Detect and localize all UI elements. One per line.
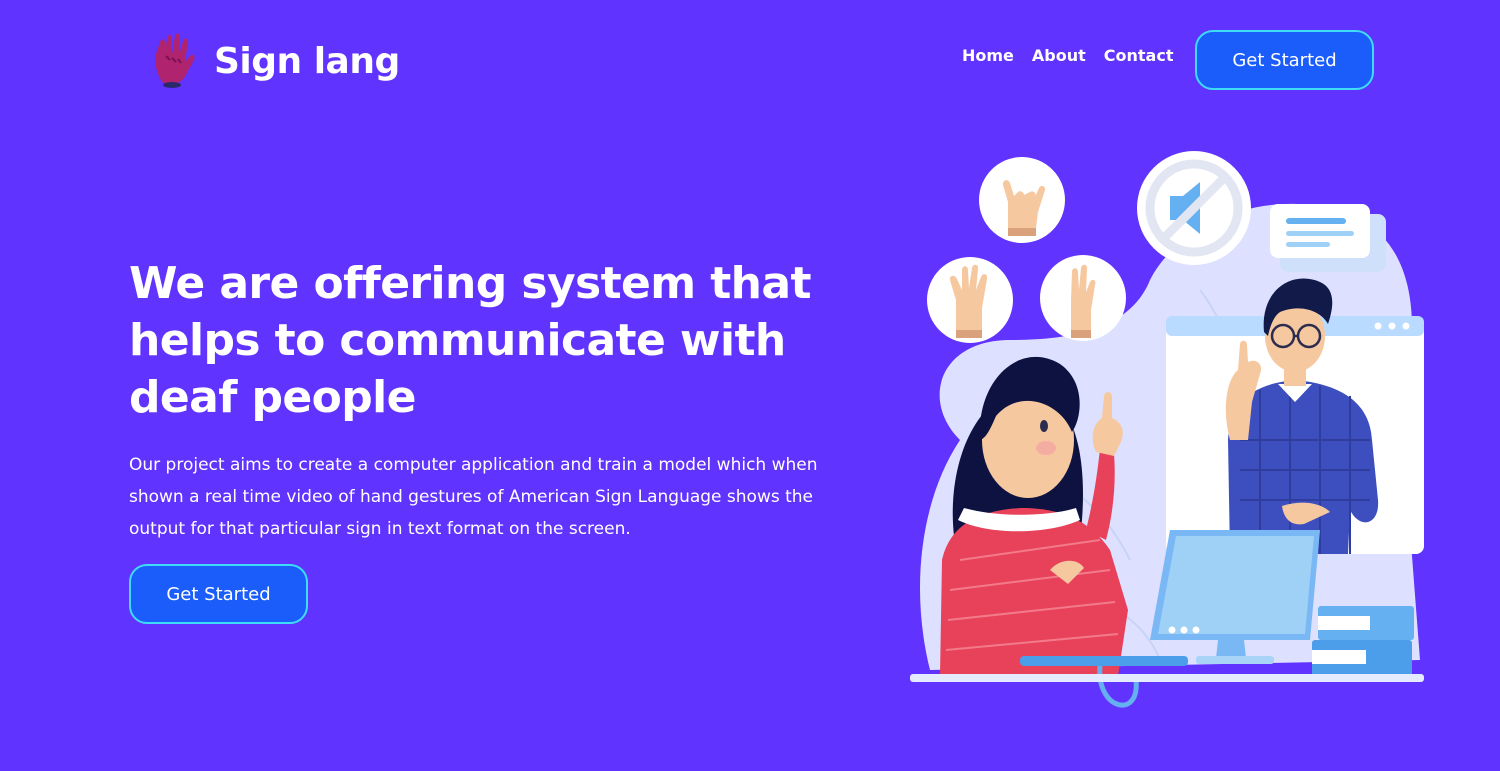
raised-hand-icon	[155, 33, 195, 88]
hand-sign-icon	[1040, 255, 1126, 341]
chat-bubble-icon	[1270, 204, 1386, 272]
navbar: Sign lang Home About Contact Get Started	[0, 0, 1500, 120]
video-call-window	[1166, 278, 1424, 554]
nav-get-started-button[interactable]: Get Started	[1195, 30, 1374, 90]
nav-link-contact[interactable]: Contact	[1104, 46, 1174, 65]
hero-title: We are offering system that helps to com…	[129, 258, 812, 423]
sign-language-video-call-illustration	[910, 151, 1424, 708]
nav-link-about[interactable]: About	[1032, 46, 1086, 65]
desk	[910, 674, 1424, 682]
hand-sign-icon	[979, 157, 1065, 243]
brand-name: Sign lang	[214, 40, 400, 82]
hero-get-started-button[interactable]: Get Started	[129, 564, 308, 624]
muted-speaker-icon	[1137, 151, 1251, 265]
hero-description: Our project aims to create a computer ap…	[129, 455, 818, 539]
brand-link[interactable]: Sign lang	[150, 32, 400, 90]
hand-sign-icon	[927, 257, 1013, 343]
books	[1312, 606, 1414, 676]
nav-link-home[interactable]: Home	[962, 46, 1014, 65]
nav-links: Home About Contact	[962, 46, 1191, 65]
